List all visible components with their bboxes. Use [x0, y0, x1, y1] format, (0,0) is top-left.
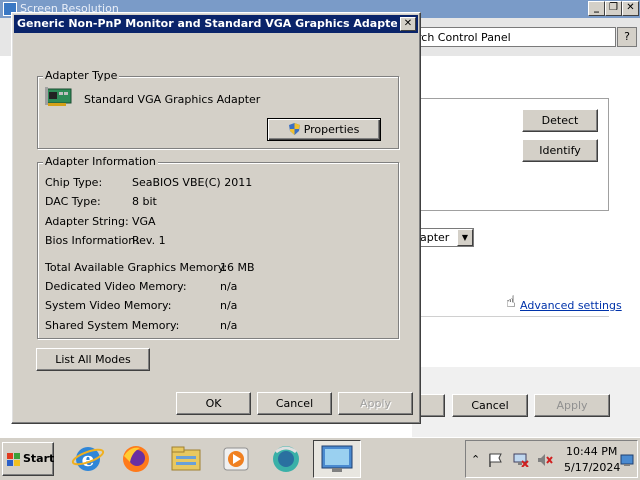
- dac-type-label: DAC Type:: [45, 195, 101, 208]
- flag-icon[interactable]: [488, 453, 504, 467]
- shield-icon: [288, 123, 300, 135]
- system-video-memory-value: n/a: [220, 299, 238, 312]
- ok-button[interactable]: OK: [176, 392, 251, 415]
- chip-type-label: Chip Type:: [45, 176, 103, 189]
- control-panel-icon: [321, 445, 353, 472]
- adapter-string-label: Adapter String:: [45, 215, 129, 228]
- firefox-icon[interactable]: [118, 442, 154, 476]
- help-icon[interactable]: ?: [617, 27, 637, 47]
- adapter-name: Standard VGA Graphics Adapter: [84, 93, 261, 106]
- identify-button[interactable]: Identify: [522, 139, 598, 162]
- browser-icon[interactable]: [268, 442, 304, 476]
- dialog-titlebar[interactable]: Generic Non-PnP Monitor and Standard VGA…: [14, 15, 418, 33]
- cancel-button[interactable]: Cancel: [257, 392, 332, 415]
- apply-button[interactable]: Apply: [338, 392, 413, 415]
- divider: [412, 316, 609, 317]
- dedicated-video-memory-label: Dedicated Video Memory:: [45, 280, 187, 293]
- bios-information-label: Bios Information:: [45, 234, 139, 247]
- show-desktop-icon[interactable]: [620, 453, 634, 467]
- start-label: Start: [23, 452, 55, 465]
- dedicated-video-memory-value: n/a: [220, 280, 238, 293]
- adapter-information-group: Adapter Information Chip Type: SeaBIOS V…: [37, 155, 399, 339]
- background-apply-button[interactable]: Apply: [534, 394, 610, 417]
- background-cancel-button[interactable]: Cancel: [452, 394, 528, 417]
- advanced-settings-link[interactable]: Advanced settings: [520, 299, 622, 312]
- bios-information-value: Rev. 1: [132, 234, 166, 247]
- internet-explorer-icon[interactable]: e: [70, 442, 106, 476]
- show-hidden-icons-icon[interactable]: ⌃: [471, 453, 480, 466]
- active-taskbar-item[interactable]: [313, 440, 361, 478]
- network-disconnected-icon[interactable]: [513, 453, 529, 467]
- search-input[interactable]: rch Control Panel: [412, 27, 616, 47]
- minimize-button[interactable]: _: [588, 1, 605, 16]
- adapter-information-legend: Adapter Information: [43, 155, 158, 168]
- graphics-card-icon: [45, 87, 72, 106]
- dac-type-value: 8 bit: [132, 195, 157, 208]
- close-button[interactable]: ✕: [622, 1, 639, 16]
- chip-type-value: SeaBIOS VBE(C) 2011: [132, 176, 253, 189]
- adapter-properties-dialog: Generic Non-PnP Monitor and Standard VGA…: [11, 12, 421, 424]
- taskbar: Start e ⌃ 10:44 PM 5/17/2024: [0, 437, 640, 480]
- media-player-icon[interactable]: [218, 442, 254, 476]
- properties-button[interactable]: Properties: [267, 118, 381, 141]
- dialog-title: Generic Non-PnP Monitor and Standard VGA…: [17, 17, 397, 30]
- chevron-down-icon[interactable]: ▼: [457, 229, 473, 246]
- volume-muted-icon[interactable]: [537, 453, 553, 467]
- adapter-type-group: Adapter Type Standard VGA Graphics Adapt…: [37, 69, 399, 149]
- start-button[interactable]: Start: [2, 442, 54, 476]
- total-graphics-memory-value: 16 MB: [220, 261, 255, 274]
- clock-date[interactable]: 5/17/2024: [564, 461, 620, 474]
- clock-time[interactable]: 10:44 PM: [566, 445, 617, 458]
- list-all-modes-button[interactable]: List All Modes: [36, 348, 150, 371]
- detect-button[interactable]: Detect: [522, 109, 598, 132]
- adapter-type-legend: Adapter Type: [43, 69, 120, 82]
- system-video-memory-label: System Video Memory:: [45, 299, 172, 312]
- system-tray: ⌃ 10:44 PM 5/17/2024: [465, 440, 638, 478]
- file-explorer-icon[interactable]: [168, 442, 204, 476]
- total-graphics-memory-label: Total Available Graphics Memory:: [45, 261, 228, 274]
- shared-system-memory-label: Shared System Memory:: [45, 319, 180, 332]
- windows-logo-icon: [7, 453, 20, 466]
- dialog-close-button[interactable]: ✕: [400, 17, 416, 31]
- shared-system-memory-value: n/a: [220, 319, 238, 332]
- adapter-string-value: VGA: [132, 215, 156, 228]
- maximize-button[interactable]: ❐: [605, 1, 622, 16]
- hand-cursor-icon: ☝: [506, 292, 516, 311]
- properties-label: Properties: [303, 123, 360, 136]
